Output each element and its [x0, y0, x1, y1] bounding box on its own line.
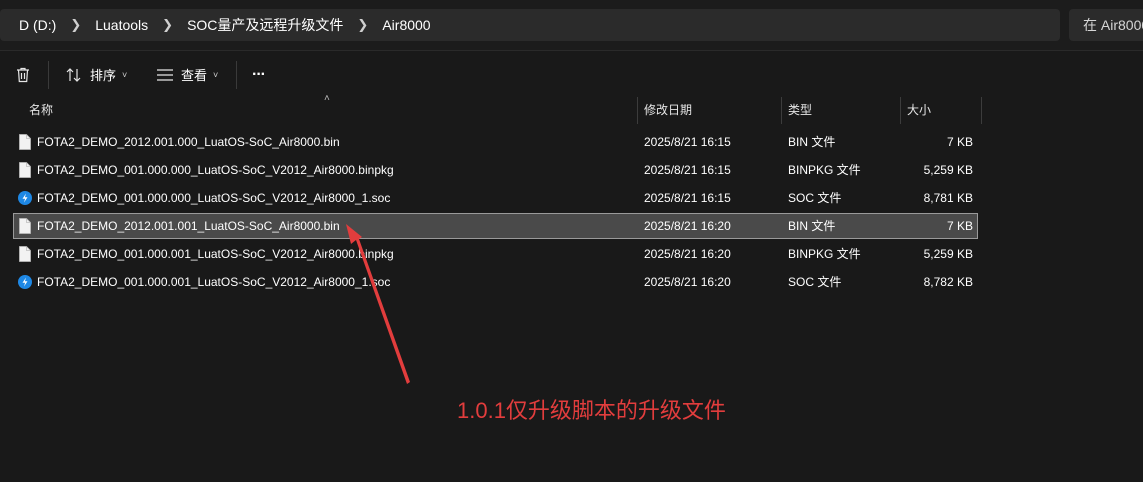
breadcrumb-luatools[interactable]: Luatools — [85, 17, 158, 33]
file-icon — [19, 246, 31, 262]
column-name[interactable]: 名称 — [29, 97, 53, 124]
file-icon — [19, 218, 31, 234]
search-input[interactable]: 在 Air8000 — [1069, 9, 1143, 41]
address-bar: D (D:) ❯ Luatools ❯ SOC量产及远程升级文件 ❯ Air80… — [0, 0, 1143, 50]
file-type: BINPKG 文件 — [788, 163, 861, 177]
file-row[interactable]: FOTA2_DEMO_2012.001.000_LuatOS-SoC_Air80… — [14, 130, 977, 154]
chevron-right-icon[interactable]: ❯ — [158, 17, 177, 33]
sort-button[interactable]: 排序 ˅ — [65, 51, 127, 98]
file-date: 2025/8/21 16:20 — [644, 219, 731, 233]
file-type: SOC 文件 — [788, 275, 842, 289]
file-row[interactable]: FOTA2_DEMO_001.000.001_LuatOS-SoC_V2012_… — [14, 242, 977, 266]
view-button[interactable]: 查看 ˅ — [156, 51, 218, 98]
file-type: BIN 文件 — [788, 135, 836, 149]
file-name: FOTA2_DEMO_001.000.000_LuatOS-SoC_V2012_… — [37, 163, 394, 177]
chevron-right-icon[interactable]: ❯ — [353, 17, 372, 33]
file-icon — [19, 162, 31, 178]
file-type: SOC 文件 — [788, 191, 842, 205]
sort-icon — [66, 67, 81, 82]
file-row-selected[interactable]: FOTA2_DEMO_2012.001.001_LuatOS-SoC_Air80… — [13, 213, 978, 239]
file-size: 8,782 KB — [923, 275, 973, 289]
breadcrumb-air8000[interactable]: Air8000 — [372, 17, 440, 33]
more-options-button[interactable]: ··· — [252, 51, 266, 98]
trash-icon — [17, 67, 29, 82]
delete-button[interactable] — [14, 51, 32, 98]
file-size: 8,781 KB — [923, 191, 973, 205]
column-divider[interactable] — [637, 97, 638, 124]
view-label: 查看 — [181, 68, 208, 83]
file-row[interactable]: FOTA2_DEMO_001.000.001_LuatOS-SoC_V2012_… — [14, 270, 977, 294]
breadcrumb[interactable]: D (D:) ❯ Luatools ❯ SOC量产及远程升级文件 ❯ Air80… — [0, 9, 1060, 41]
chevron-right-icon[interactable]: ❯ — [66, 17, 85, 33]
soc-file-icon — [18, 275, 32, 289]
column-header: ˄ 名称 修改日期 类型 大小 — [0, 93, 1143, 124]
file-date: 2025/8/21 16:15 — [644, 135, 731, 149]
file-name: FOTA2_DEMO_001.000.001_LuatOS-SoC_V2012_… — [37, 247, 394, 261]
column-type[interactable]: 类型 — [788, 97, 812, 124]
file-size: 7 KB — [946, 135, 973, 149]
file-date: 2025/8/21 16:15 — [644, 163, 731, 177]
annotation-text: 1.0.1仅升级脚本的升级文件 — [457, 398, 726, 423]
file-name: FOTA2_DEMO_2012.001.000_LuatOS-SoC_Air80… — [37, 135, 340, 149]
column-divider[interactable] — [900, 97, 901, 124]
command-bar: 排序 ˅ 查看 ˅ ··· — [0, 50, 1143, 98]
sort-ascending-icon: ˄ — [324, 93, 330, 104]
file-row[interactable]: FOTA2_DEMO_001.000.000_LuatOS-SoC_V2012_… — [14, 158, 977, 182]
file-name: FOTA2_DEMO_001.000.000_LuatOS-SoC_V2012_… — [37, 191, 391, 205]
toolbar-divider — [48, 61, 49, 89]
file-size: 5,259 KB — [923, 163, 973, 177]
column-date[interactable]: 修改日期 — [644, 97, 692, 124]
toolbar-divider — [236, 61, 237, 89]
chevron-down-icon: ˅ — [122, 69, 128, 80]
chevron-down-icon: ˅ — [213, 69, 219, 80]
column-divider[interactable] — [981, 97, 982, 124]
file-type: BINPKG 文件 — [788, 247, 861, 261]
column-size[interactable]: 大小 — [907, 97, 931, 124]
breadcrumb-drive[interactable]: D (D:) — [0, 17, 66, 33]
file-date: 2025/8/21 16:20 — [644, 275, 731, 289]
breadcrumb-soc-folder[interactable]: SOC量产及远程升级文件 — [177, 15, 353, 35]
file-size: 5,259 KB — [923, 247, 973, 261]
soc-file-icon — [18, 191, 32, 205]
file-size: 7 KB — [946, 219, 973, 233]
file-name: FOTA2_DEMO_001.000.001_LuatOS-SoC_V2012_… — [37, 275, 391, 289]
file-date: 2025/8/21 16:15 — [644, 191, 731, 205]
view-list-icon — [157, 68, 173, 81]
sort-label: 排序 — [90, 68, 117, 83]
file-icon — [19, 134, 31, 150]
file-date: 2025/8/21 16:20 — [644, 247, 731, 261]
file-row[interactable]: FOTA2_DEMO_001.000.000_LuatOS-SoC_V2012_… — [14, 186, 977, 210]
file-type: BIN 文件 — [788, 219, 836, 233]
file-name: FOTA2_DEMO_2012.001.001_LuatOS-SoC_Air80… — [37, 219, 340, 233]
column-divider[interactable] — [781, 97, 782, 124]
